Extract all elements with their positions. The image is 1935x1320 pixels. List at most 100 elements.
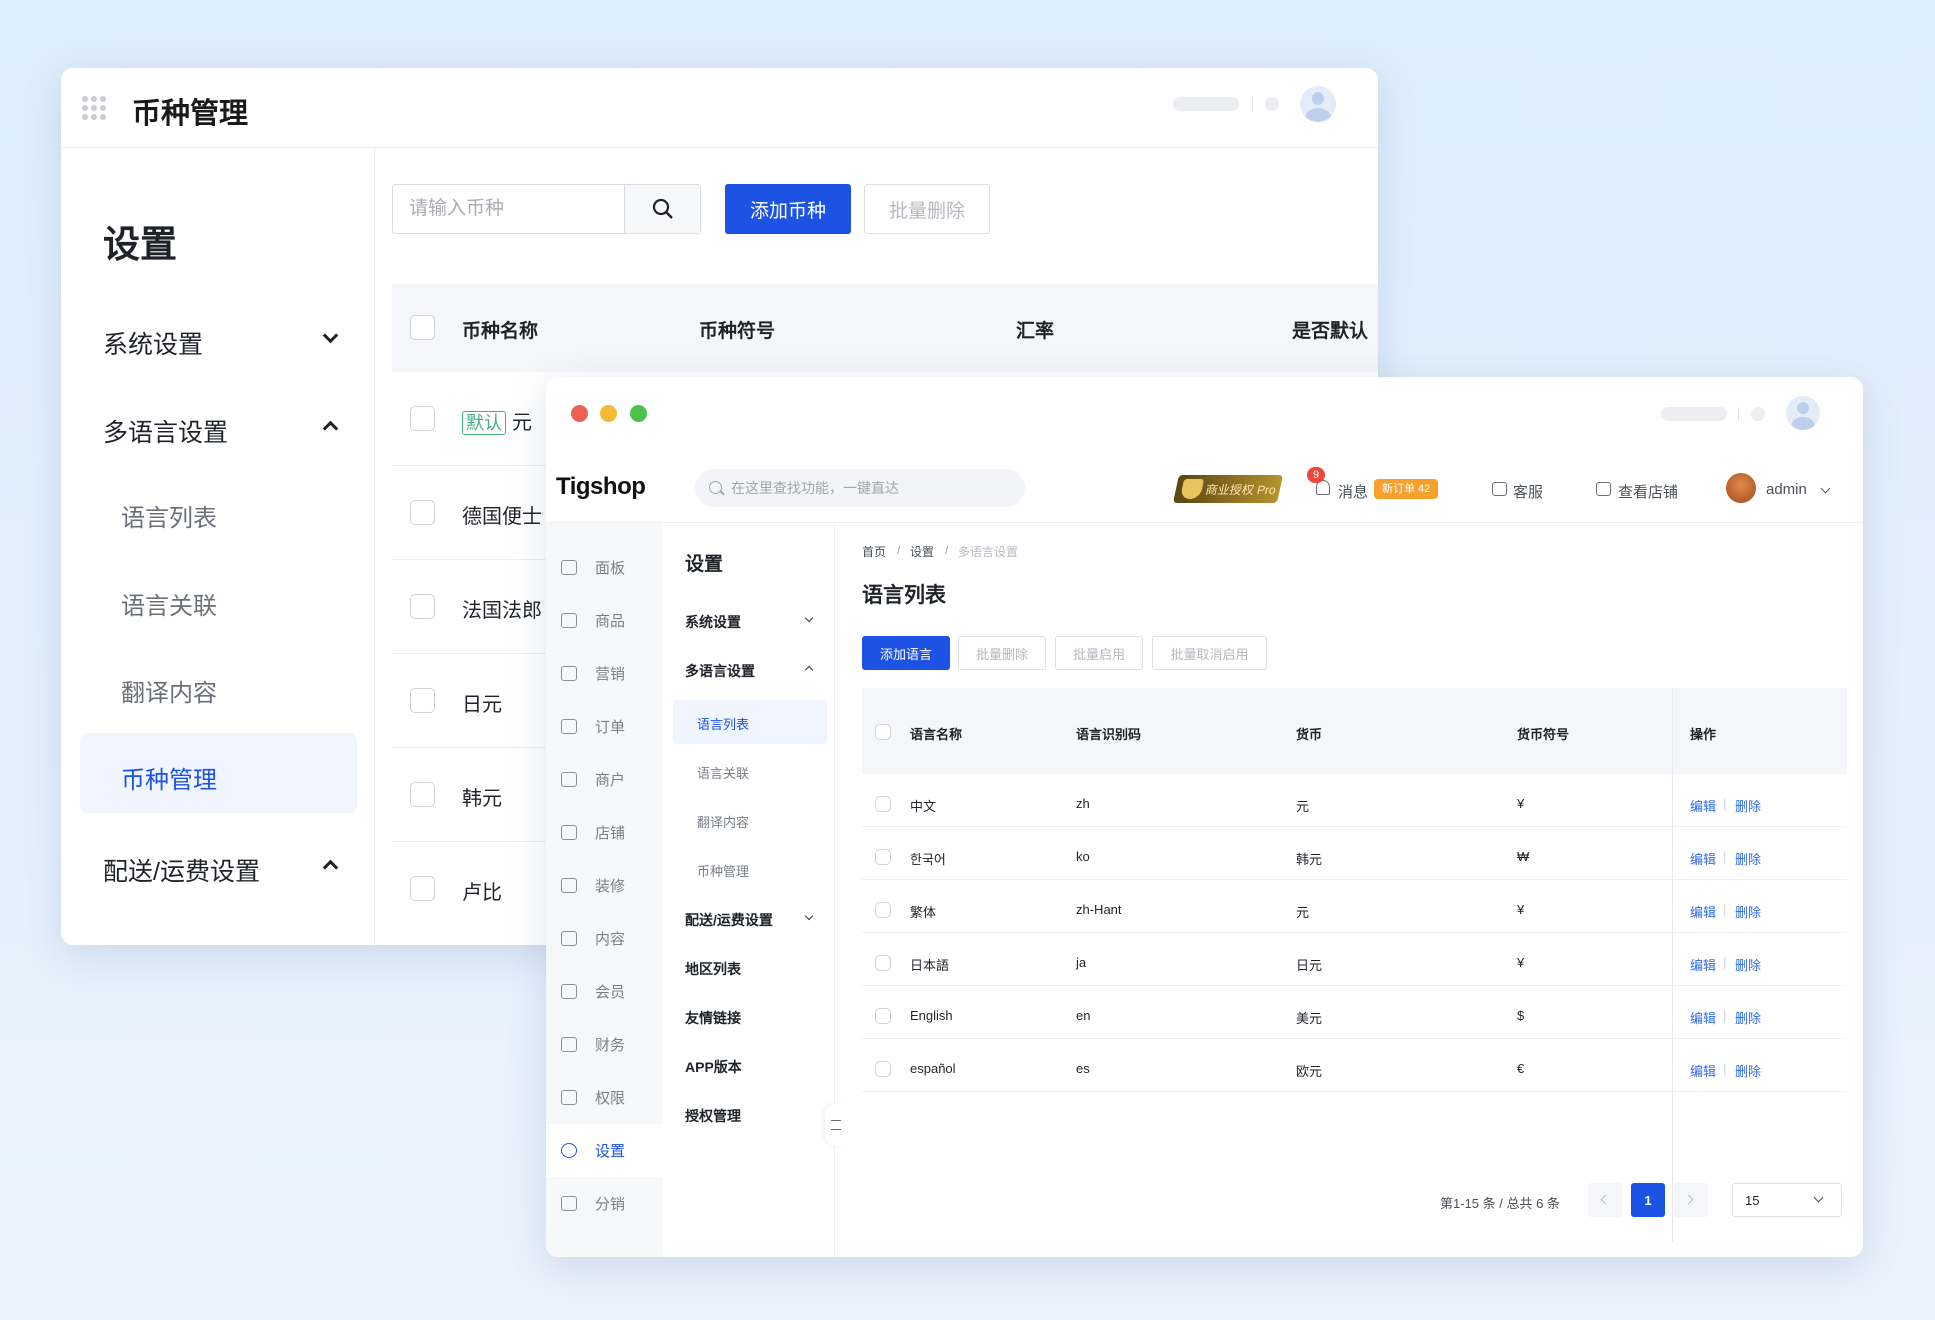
global-search-input[interactable] xyxy=(731,469,1011,507)
nav-members[interactable]: 会员 xyxy=(546,965,663,1018)
close-dot-icon[interactable] xyxy=(571,405,588,422)
user-name[interactable]: admin xyxy=(1766,481,1807,498)
submenu-language-list[interactable]: 语言列表 xyxy=(697,714,749,733)
row-checkbox[interactable] xyxy=(875,1008,891,1024)
submenu-multilang[interactable]: 多语言设置 xyxy=(685,661,755,681)
delete-link[interactable]: 删除 xyxy=(1735,1008,1761,1027)
apps-grid-icon[interactable] xyxy=(82,96,106,120)
breadcrumb-home[interactable]: 首页 xyxy=(862,543,886,560)
edit-link[interactable]: 编辑 xyxy=(1690,1008,1716,1027)
sidebar-item-currency[interactable]: 币种管理 xyxy=(121,760,217,795)
page-size-select[interactable]: 15 xyxy=(1732,1183,1842,1217)
currency-search-input[interactable] xyxy=(393,185,623,233)
collapse-handle[interactable] xyxy=(825,1104,845,1146)
edit-link[interactable]: 编辑 xyxy=(1690,902,1716,921)
submenu-app-version[interactable]: APP版本 xyxy=(685,1057,742,1077)
submenu-shipping[interactable]: 配送/运费设置 xyxy=(685,910,773,930)
edit-link[interactable]: 编辑 xyxy=(1690,955,1716,974)
sidebar-item-shipping[interactable]: 配送/运费设置 xyxy=(103,852,260,888)
main-nav-rail: 面板 商品 营销 订单 商户 店铺 装修 内容 会员 财务 权限 设置 分销 xyxy=(546,523,663,1257)
minimize-dot-icon[interactable] xyxy=(600,405,617,422)
currency-symbol: ¥ xyxy=(1517,796,1525,811)
search-icon xyxy=(709,481,722,494)
submenu-currency[interactable]: 币种管理 xyxy=(697,861,749,880)
edit-link[interactable]: 编辑 xyxy=(1690,1061,1716,1080)
submenu-links[interactable]: 友情链接 xyxy=(685,1008,741,1028)
row-checkbox[interactable] xyxy=(875,849,891,865)
add-language-button[interactable]: 添加语言 xyxy=(862,636,950,670)
sidebar-item-translation[interactable]: 翻译内容 xyxy=(121,673,217,708)
row-checkbox[interactable] xyxy=(410,688,435,713)
select-all-checkbox[interactable] xyxy=(875,724,891,740)
currency-search xyxy=(392,184,701,234)
order-icon xyxy=(561,719,577,734)
view-store-link[interactable]: 查看店铺 xyxy=(1618,481,1678,502)
customer-service-link[interactable]: 客服 xyxy=(1513,481,1543,502)
nav-marketing[interactable]: 营销 xyxy=(546,647,663,700)
nav-dashboard[interactable]: 面板 xyxy=(546,541,663,594)
edit-link[interactable]: 编辑 xyxy=(1690,796,1716,815)
currency-name: 元 xyxy=(512,412,532,434)
nav-distribution[interactable]: 分销 xyxy=(546,1177,663,1230)
submenu-translation[interactable]: 翻译内容 xyxy=(697,812,749,831)
nav-finance[interactable]: 财务 xyxy=(546,1018,663,1071)
sidebar-item-system[interactable]: 系统设置 xyxy=(103,325,203,361)
nav-permissions[interactable]: 权限 xyxy=(546,1071,663,1124)
nav-settings[interactable]: 设置 xyxy=(546,1124,663,1177)
license-badge[interactable]: 商业授权 Pro xyxy=(1173,475,1283,503)
add-currency-button[interactable]: 添加币种 xyxy=(725,184,851,234)
batch-disable-button[interactable]: 批量取消启用 xyxy=(1152,636,1267,670)
nav-orders[interactable]: 订单 xyxy=(546,700,663,753)
nav-content[interactable]: 内容 xyxy=(546,912,663,965)
sidebar-item-language-list[interactable]: 语言列表 xyxy=(121,498,217,533)
edit-link[interactable]: 编辑 xyxy=(1690,849,1716,868)
row-checkbox[interactable] xyxy=(410,500,435,525)
nav-products[interactable]: 商品 xyxy=(546,594,663,647)
action-separator: | xyxy=(1723,955,1727,970)
logo: Tigshop xyxy=(556,473,646,500)
page-1-button[interactable]: 1 xyxy=(1631,1183,1665,1217)
next-page-button[interactable] xyxy=(1674,1183,1708,1217)
row-checkbox[interactable] xyxy=(875,902,891,918)
maximize-dot-icon[interactable] xyxy=(630,405,647,422)
row-checkbox[interactable] xyxy=(410,594,435,619)
row-checkbox[interactable] xyxy=(875,796,891,812)
prev-page-button[interactable] xyxy=(1588,1183,1622,1217)
messages-link[interactable]: 消息 xyxy=(1338,481,1368,502)
avatar[interactable] xyxy=(1300,86,1336,122)
delete-link[interactable]: 删除 xyxy=(1735,1061,1761,1080)
breadcrumb-settings[interactable]: 设置 xyxy=(910,543,934,560)
currency-symbol: ¥ xyxy=(1517,955,1525,970)
search-button[interactable] xyxy=(624,185,700,233)
nav-stores[interactable]: 店铺 xyxy=(546,806,663,859)
placeholder-dot xyxy=(1751,407,1765,421)
row-checkbox[interactable] xyxy=(875,955,891,971)
delete-link[interactable]: 删除 xyxy=(1735,955,1761,974)
submenu-regions[interactable]: 地区列表 xyxy=(685,959,741,979)
row-checkbox[interactable] xyxy=(410,782,435,807)
row-checkbox[interactable] xyxy=(410,876,435,901)
delete-link[interactable]: 删除 xyxy=(1735,849,1761,868)
delete-link[interactable]: 删除 xyxy=(1735,902,1761,921)
action-separator: | xyxy=(1723,1061,1727,1076)
avatar[interactable] xyxy=(1786,396,1820,430)
new-orders-badge[interactable]: 新订单 42 xyxy=(1374,479,1439,499)
select-all-checkbox[interactable] xyxy=(410,315,435,340)
row-checkbox[interactable] xyxy=(410,406,435,431)
batch-delete-button[interactable]: 批量删除 xyxy=(864,184,990,234)
delete-link[interactable]: 删除 xyxy=(1735,796,1761,815)
chevron-down-icon xyxy=(804,613,814,623)
batch-enable-button[interactable]: 批量启用 xyxy=(1055,636,1143,670)
submenu-system[interactable]: 系统设置 xyxy=(685,612,741,632)
sidebar-item-multilang[interactable]: 多语言设置 xyxy=(103,413,228,449)
batch-delete-button[interactable]: 批量删除 xyxy=(958,636,1046,670)
sidebar-item-language-link[interactable]: 语言关联 xyxy=(121,586,217,621)
submenu-license[interactable]: 授权管理 xyxy=(685,1106,741,1126)
nav-decoration[interactable]: 装修 xyxy=(546,859,663,912)
nav-merchants[interactable]: 商户 xyxy=(546,753,663,806)
currency-name: 韩元 xyxy=(462,788,502,810)
currency-symbol: € xyxy=(1517,1061,1525,1076)
row-checkbox[interactable] xyxy=(875,1061,891,1077)
user-avatar[interactable] xyxy=(1726,473,1756,503)
submenu-language-link[interactable]: 语言关联 xyxy=(697,763,749,782)
